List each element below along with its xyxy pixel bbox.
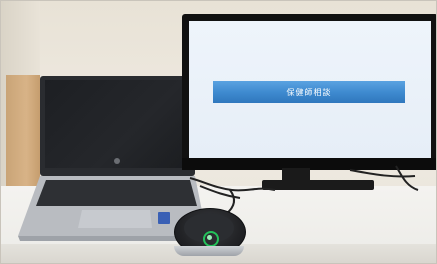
photo: 保健師相談 [0, 0, 437, 264]
power-icon[interactable] [207, 235, 212, 240]
speakerphone-base [174, 246, 244, 256]
